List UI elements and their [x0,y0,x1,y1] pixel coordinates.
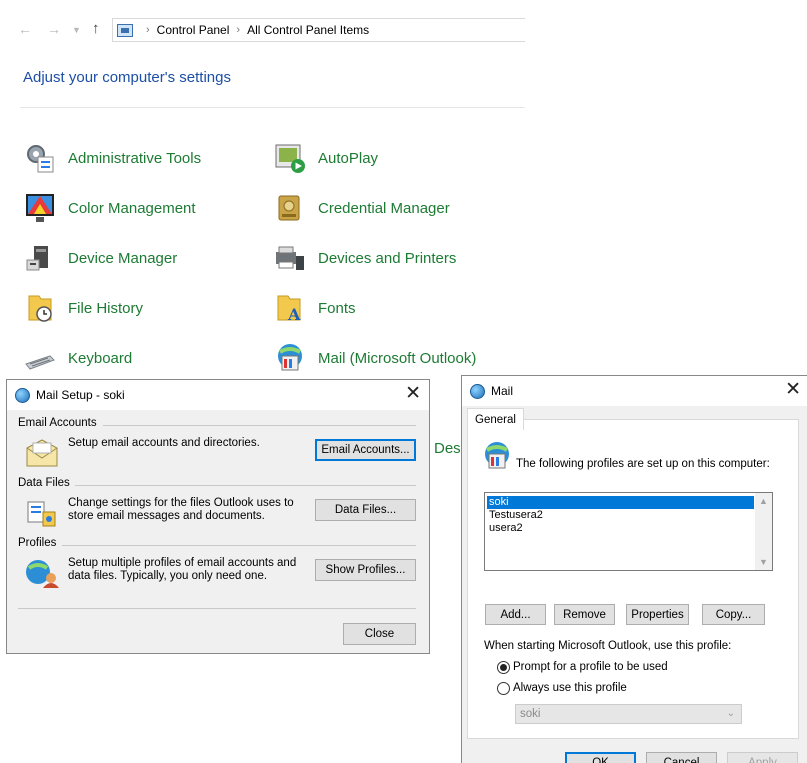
breadcrumb-separator-icon: › [236,24,241,36]
always-use-profile-radio[interactable] [497,682,510,695]
cp-item-label: File History [68,299,144,317]
devices-and-printers-icon [276,246,304,270]
profiles-description: Setup multiple profiles of email account… [68,557,297,582]
data-files-icon [27,501,56,527]
divider [62,545,416,546]
cp-item-device-manager[interactable]: Device Manager [24,242,177,274]
select-value: soki [520,708,541,720]
group-label-email-accounts: Email Accounts [18,417,97,429]
breadcrumb-separator-icon: › [146,24,150,36]
data-files-button[interactable]: Data Files... [315,499,416,521]
group-label-profiles: Profiles [18,537,57,549]
list-item[interactable]: soki [487,496,754,509]
mail-setup-dialog: Mail Setup - soki ✕ Email Accounts Setup… [6,379,430,654]
cp-item-label: Fonts [318,299,356,317]
cp-item-devices-and-printers[interactable]: Devices and Printers [274,242,456,274]
screen: ← → ▼ ↑ › Control Panel › All Control Pa… [0,0,807,763]
email-accounts-description: Setup email accounts and directories. [68,437,260,449]
prompt-profile-radio[interactable] [497,661,510,674]
dialog-title: Mail [491,384,514,398]
cp-item-label: Device Manager [68,249,178,267]
tab-general[interactable]: General [467,408,524,430]
file-history-icon [28,295,52,322]
breadcrumb-all-items[interactable]: All Control Panel Items [247,23,369,37]
color-management-icon [26,194,54,222]
cp-item-keyboard[interactable]: Keyboard [24,342,132,374]
profiles-icon [26,560,59,588]
group-label-data-files: Data Files [18,477,70,489]
fonts-icon: A [277,295,301,324]
cp-item-label: Color Management [68,199,196,217]
prompt-profile-label[interactable]: Prompt for a profile to be used [513,661,668,673]
startup-label: When starting Microsoft Outlook, use thi… [484,640,732,652]
copy-profile-button[interactable]: Copy... [702,604,765,625]
mail-dialog: Mail ✕ General The following profiles ar… [461,375,807,763]
scroll-down-icon[interactable]: ▼ [759,557,768,567]
cp-item-label: Mail (Microsoft Outlook) [318,349,477,367]
mail-setup-icon [15,387,30,403]
recent-locations-chevron-icon[interactable]: ▼ [72,25,81,35]
control-panel-icon [117,23,133,37]
scroll-up-icon[interactable]: ▲ [759,496,768,506]
back-arrow-icon[interactable]: ← [18,21,32,37]
cp-item-label: Keyboard [68,349,133,367]
keyboard-icon [25,355,55,370]
cp-item-autoplay[interactable]: AutoPlay [274,142,378,174]
administrative-tools-icon [27,145,54,173]
email-accounts-button[interactable]: Email Accounts... [315,439,416,461]
list-item[interactable]: usera2 [487,522,754,535]
mail-icon [470,383,485,399]
svg-text:A: A [287,305,301,324]
add-profile-button[interactable]: Add... [485,604,546,625]
credential-manager-icon [278,195,300,221]
close-icon[interactable]: ✕ [405,383,421,405]
device-manager-icon [26,246,48,271]
close-button[interactable]: Close [343,623,416,645]
scrollbar[interactable]: ▲ ▼ [755,493,772,570]
up-arrow-icon[interactable]: ↑ [92,20,100,37]
apply-button: Apply [727,752,798,763]
forward-arrow-icon[interactable]: → [47,21,61,37]
cp-item-credential-manager[interactable]: Credential Manager [274,192,450,224]
navigation-bar: ← → ▼ ↑ › Control Panel › All Control Pa… [0,16,525,44]
data-files-description: Change settings for the files Outlook us… [68,497,294,522]
address-bar[interactable]: › Control Panel › All Control Panel Item… [112,18,525,42]
cp-item-label: Credential Manager [318,199,450,217]
cp-item-administrative-tools[interactable]: Administrative Tools [24,142,201,174]
tab-panel-general: The following profiles are set up on thi… [467,419,799,739]
divider [20,107,525,108]
cp-item-label: Administrative Tools [68,149,202,167]
cp-item-color-management[interactable]: Color Management [24,192,196,224]
title-bar: Mail ✕ [462,376,807,406]
chevron-down-icon: ⌄ [726,708,735,719]
divider [103,425,416,426]
autoplay-icon [275,144,305,173]
page-title: Adjust your computer's settings [23,69,231,86]
list-item[interactable]: Testusera2 [487,509,754,522]
breadcrumb-control-panel[interactable]: Control Panel [157,23,230,37]
profiles-heading: The following profiles are set up on thi… [516,458,770,470]
profiles-listbox[interactable]: soki Testusera2 usera2 ▲ ▼ [484,492,773,571]
always-profile-select: soki ⌄ [515,704,742,724]
show-profiles-button[interactable]: Show Profiles... [315,559,416,581]
dialog-title: Mail Setup - soki [36,388,125,402]
cp-item-label: AutoPlay [318,149,379,167]
close-icon[interactable]: ✕ [785,379,801,401]
mail-icon [278,344,302,371]
properties-button[interactable]: Properties [626,604,689,625]
cp-item-file-history[interactable]: File History [24,292,143,324]
divider [18,608,416,609]
ok-button[interactable]: OK [565,752,636,763]
divider [75,485,416,486]
cp-item-partial-label[interactable]: Des [434,440,461,457]
title-bar: Mail Setup - soki ✕ [7,380,429,410]
always-use-profile-label[interactable]: Always use this profile [513,682,627,694]
remove-profile-button[interactable]: Remove [554,604,615,625]
cancel-button[interactable]: Cancel [646,752,717,763]
email-accounts-icon [26,439,58,467]
cp-item-label: Devices and Printers [318,249,457,267]
mail-profiles-icon [485,442,509,469]
cp-item-mail[interactable]: Mail (Microsoft Outlook) [274,342,476,374]
cp-item-fonts[interactable]: A Fonts [274,292,356,324]
